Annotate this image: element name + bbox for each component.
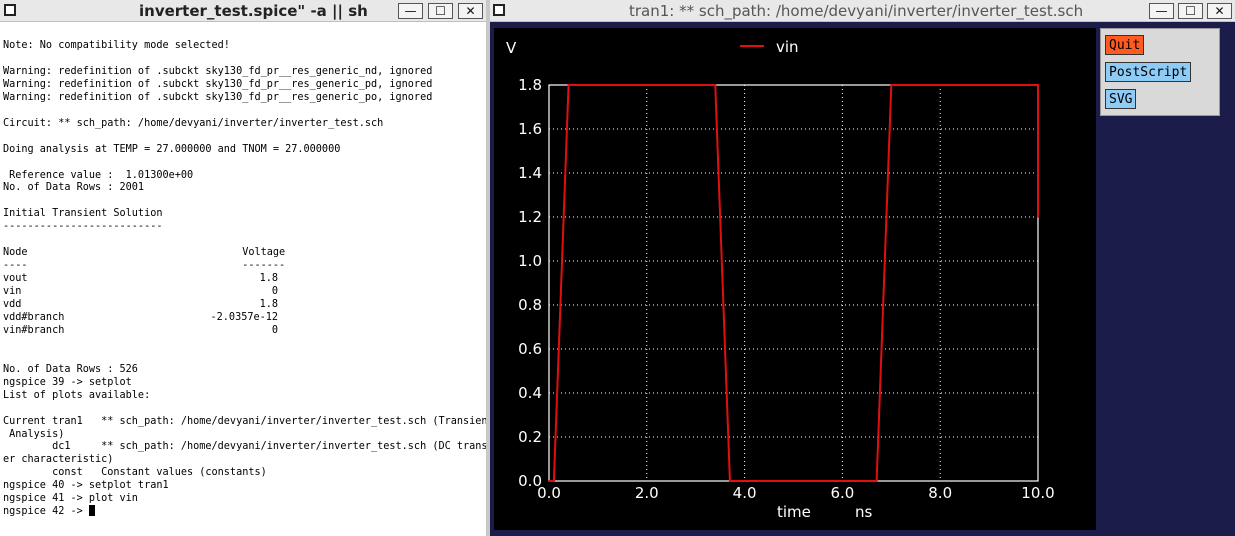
y-tick-label: 1.4 [518,164,542,182]
minimize-button[interactable]: — [398,3,423,19]
data-point-vin [714,84,717,86]
plot-titlebar: tran1: ** sch_path: /home/devyani/invert… [490,0,1235,22]
data-point-vin [1037,84,1039,86]
data-point-vin [1037,216,1039,218]
y-tick-label: 0.8 [518,296,542,314]
terminal-line: vin#branch [3,324,65,336]
data-point-vin [553,480,555,482]
maximize-icon: ☐ [1185,4,1196,18]
terminal-line: ---- ------- [3,260,286,272]
plot-window-title: tran1: ** sch_path: /home/devyani/invert… [629,2,1084,20]
terminal-line: vdd#branch [3,311,65,323]
data-point-vin [567,84,570,86]
terminal-line: Analysis) [3,428,65,440]
y-tick-label: 0.2 [518,428,542,446]
node-voltage-value: 0 [271,324,278,336]
terminal-line: Warning: redefinition of .subckt sky130_… [3,78,433,90]
plot-button-panel: Quit PostScript SVG [1100,28,1220,116]
terminal-line: Current tran1 ** sch_path: /home/devyani… [3,415,486,427]
maximize-icon: ☐ [435,4,446,18]
close-icon: ✕ [465,4,476,18]
terminal-line: vin [3,286,22,298]
waveform-plot[interactable]: 0.0 2.0 4.0 6.0 8.0 10.0 0.0 0.2 0.4 0.6 0.8 1.0 1.2… [494,28,1096,530]
plot-window: tran1: ** sch_path: /home/devyani/invert… [490,0,1235,536]
terminal-window: inverter_test.spice" -a || sh — ☐ ✕ Note… [0,0,486,536]
node-voltage-value: 1.8 [259,299,278,310]
quit-button[interactable]: Quit [1105,35,1145,55]
plot-frame [548,84,1039,482]
y-tick-label: 0.4 [518,384,542,402]
terminal-line: vout [3,273,28,285]
window-menu-icon[interactable] [493,4,505,16]
terminal-line: dc1 ** sch_path: /home/devyani/inverter/… [3,441,486,453]
y-tick-label: 1.0 [518,252,542,270]
svg-button[interactable]: SVG [1105,89,1137,109]
x-tick-label: 10.0 [1021,484,1054,502]
node-voltage-value: -2.0357e-12 [210,311,278,323]
terminal-line: vdd [3,299,22,310]
terminal-output[interactable]: Note: No compatibility mode selected! War… [1,22,486,536]
terminal-cursor [88,505,95,517]
terminal-line: Note: No compatibility mode selected! [3,40,230,51]
terminal-line: er characteristic) [3,454,114,466]
data-point-vin [729,480,731,482]
terminal-line: List of plots available: [3,389,151,401]
close-icon: ✕ [1214,4,1225,18]
terminal-line: -------------------------- [3,221,163,233]
y-axis-label: V [506,39,517,57]
minimize-button[interactable]: — [1149,3,1174,19]
terminal-line: Circuit: ** sch_path: /home/devyani/inve… [3,117,384,129]
terminal-line: Initial Transient Solution [3,208,163,220]
x-tick-label: 8.0 [928,484,952,502]
x-tick-label: 4.0 [733,484,757,502]
x-axis-unit: ns [855,503,873,521]
maximize-button[interactable]: ☐ [1178,3,1203,19]
close-button[interactable]: ✕ [458,3,483,19]
x-tick-label: 2.0 [635,484,659,502]
data-point-vin [890,84,893,86]
terminal-line: ngspice 41 -> plot vin [3,493,138,505]
node-voltage-value: 0 [271,286,278,298]
terminal-line: Warning: redefinition of .subckt sky130_… [3,91,433,103]
data-point-vin [875,480,878,482]
minimize-icon: — [1155,4,1168,18]
terminal-line: Doing analysis at TEMP = 27.000000 and T… [3,143,341,155]
waveform-chart: 0.0 2.0 4.0 6.0 8.0 10.00.00.20.40.60.81.01.2… [506,38,1055,521]
maximize-button[interactable]: ☐ [428,3,453,19]
terminal-line: Node Voltage [3,247,286,259]
y-tick-label: 1.2 [518,208,542,226]
y-tick-label: 0.0 [518,472,542,490]
data-point-vin [548,480,550,482]
series-line-vin [549,84,1039,482]
y-tick-label: 1.8 [518,76,542,94]
terminal-line: Warning: redefinition of .subckt sky130_… [3,65,433,77]
x-axis-label: time [777,503,811,521]
close-button[interactable]: ✕ [1207,3,1232,19]
window-menu-icon[interactable] [4,4,16,16]
terminal-line: Reference value : 1.01300e+00 [3,169,194,181]
terminal-line: No. of Data Rows : 526 [3,363,138,375]
minimize-icon: — [404,4,417,18]
y-tick-label: 1.6 [518,120,542,138]
x-tick-label: 6.0 [830,484,854,502]
terminal-line: No. of Data Rows : 2001 [3,182,145,194]
terminal-title: inverter_test.spice" -a || sh [139,2,368,20]
terminal-line: const Constant values (constants) [3,467,267,479]
terminal-line: ngspice 40 -> setplot tran1 [3,480,169,492]
postscript-button[interactable]: PostScript [1105,62,1192,82]
legend-label-vin: vin [776,38,799,56]
node-voltage-value: 1.8 [259,273,278,285]
terminal-line: ngspice 39 -> setplot [3,376,132,388]
terminal-prompt: ngspice 42 -> [3,505,95,518]
y-tick-label: 0.6 [518,340,542,358]
terminal-titlebar: inverter_test.spice" -a || sh — ☐ ✕ [0,0,486,22]
